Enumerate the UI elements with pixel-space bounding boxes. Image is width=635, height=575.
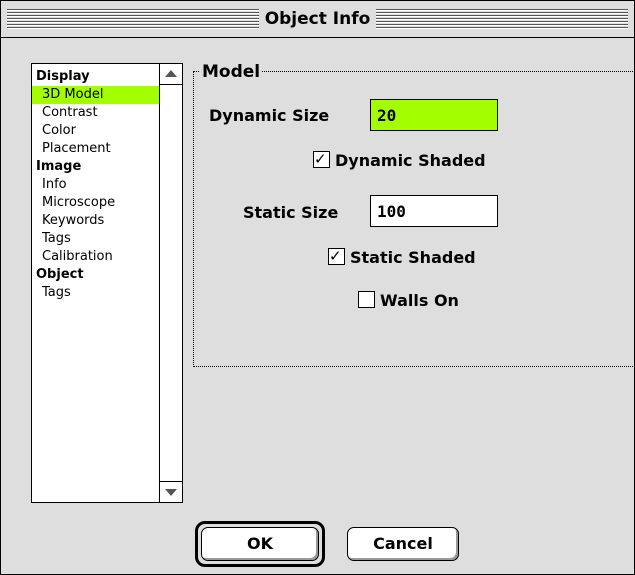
dynamic-shaded-label: Dynamic Shaded	[335, 151, 486, 170]
list-item[interactable]: Placement	[32, 140, 159, 158]
list-item[interactable]: Keywords	[32, 212, 159, 230]
walls-on-label: Walls On	[380, 291, 459, 310]
list-item[interactable]: Color	[32, 122, 159, 140]
checkbox-checked-icon	[328, 245, 345, 267]
list-item[interactable]: Tags	[32, 230, 159, 248]
list-item[interactable]: Contrast	[32, 104, 159, 122]
cancel-button[interactable]: Cancel	[347, 527, 459, 561]
scroll-down-arrow-icon[interactable]	[160, 481, 182, 502]
walls-on-checkbox[interactable]: Walls On	[358, 290, 459, 312]
list-section-header: Image	[36, 159, 82, 174]
window-title: Object Info	[258, 9, 377, 29]
list-item[interactable]: Microscope	[32, 194, 159, 212]
static-shaded-checkbox[interactable]: Static Shaded	[328, 245, 476, 269]
dynamic-shaded-checkbox[interactable]: Dynamic Shaded	[313, 148, 486, 172]
list-item[interactable]: 3D Model	[32, 86, 159, 104]
list-item[interactable]: Calibration	[32, 248, 159, 266]
model-group-label: Model	[200, 62, 263, 82]
list-section-header: Display	[36, 69, 90, 84]
checkbox-checked-icon	[313, 148, 330, 170]
static-size-input[interactable]: 100	[370, 195, 498, 227]
list-item[interactable]: Tags	[32, 284, 159, 302]
list-scrollbar[interactable]	[159, 64, 182, 502]
static-size-label: Static Size	[243, 203, 339, 222]
ok-button[interactable]: OK	[201, 527, 319, 561]
list-section-header: Object	[36, 267, 84, 282]
object-info-dialog: Object Info Display 3D Model Contrast Color…	[0, 0, 635, 575]
scroll-up-arrow-icon[interactable]	[160, 64, 182, 85]
checkbox-unchecked-icon	[358, 291, 375, 308]
dynamic-size-input[interactable]: 20	[370, 99, 498, 131]
category-list-items: Display 3D Model Contrast Color Placement Ima…	[32, 64, 159, 302]
static-shaded-label: Static Shaded	[350, 248, 476, 267]
category-list[interactable]: Display 3D Model Contrast Color Placement Ima…	[31, 63, 183, 503]
dynamic-size-label: Dynamic Size	[209, 106, 330, 125]
list-item[interactable]: Info	[32, 176, 159, 194]
title-bar[interactable]: Object Info	[1, 1, 634, 38]
